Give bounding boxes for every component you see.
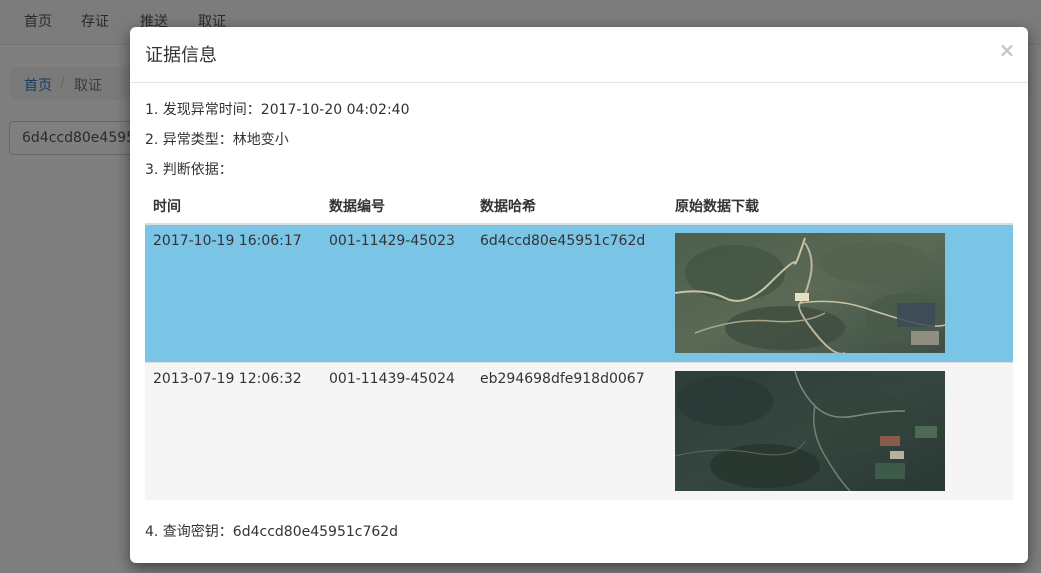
query-key-line: 4. 查询密钥：6d4ccd80e45951c762d [145, 524, 399, 540]
column-header-data-hash: 数据哈希 [472, 189, 667, 225]
cell-data-id: 001-11429-45023 [321, 224, 472, 363]
satellite-image-2017[interactable] [675, 233, 945, 353]
column-header-download: 原始数据下载 [667, 189, 1013, 225]
cell-data-hash: eb294698dfe918d0067 [472, 362, 667, 500]
cell-data-id: 001-11439-45024 [321, 362, 472, 500]
cell-time: 2013-07-19 12:06:32 [145, 362, 321, 500]
modal-header: 证据信息 × [130, 27, 1028, 83]
cell-data-hash: 6d4ccd80e45951c762d [472, 224, 667, 363]
cell-download [667, 224, 1013, 363]
close-button[interactable]: × [996, 37, 1018, 63]
evidence-modal: 证据信息 × 1. 发现异常时间：2017-10-20 04:02:40 2. … [130, 27, 1028, 563]
basis-line: 3. 判断依据： [145, 162, 233, 178]
anomaly-time-line: 1. 发现异常时间：2017-10-20 04:02:40 [145, 102, 410, 118]
table-row[interactable]: 2017-10-19 16:06:17 001-11429-45023 6d4c… [145, 224, 1013, 363]
modal-title: 证据信息 [145, 45, 217, 66]
cell-download [667, 362, 1013, 500]
cell-time: 2017-10-19 16:06:17 [145, 224, 321, 363]
evidence-table: 时间 数据编号 数据哈希 原始数据下载 2017-10-19 16:06:17 … [145, 189, 1013, 500]
table-row[interactable]: 2013-07-19 12:06:32 001-11439-45024 eb29… [145, 362, 1013, 500]
satellite-image-2013[interactable] [675, 371, 945, 491]
column-header-data-id: 数据编号 [321, 189, 472, 225]
table-header-row: 时间 数据编号 数据哈希 原始数据下载 [145, 189, 1013, 225]
anomaly-type-line: 2. 异常类型：林地变小 [145, 132, 289, 148]
column-header-time: 时间 [145, 189, 321, 225]
